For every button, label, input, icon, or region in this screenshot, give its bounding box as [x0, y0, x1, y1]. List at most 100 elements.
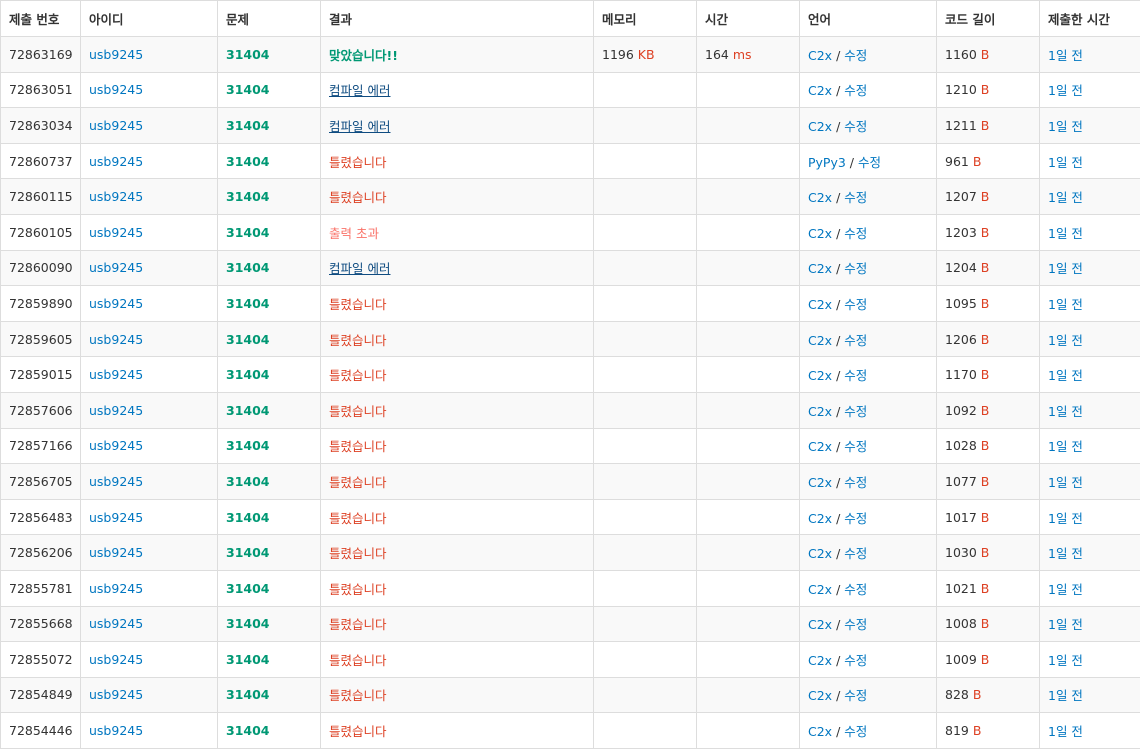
user-link[interactable]: usb9245	[89, 723, 143, 738]
language-link[interactable]: C2x	[808, 439, 832, 454]
edit-link[interactable]: 수정	[844, 653, 867, 668]
language-link[interactable]: C2x	[808, 475, 832, 490]
edit-link[interactable]: 수정	[844, 226, 867, 241]
user-link[interactable]: usb9245	[89, 154, 143, 169]
problem-link[interactable]: 31404	[226, 82, 270, 97]
problem-link[interactable]: 31404	[226, 652, 270, 667]
user-link[interactable]: usb9245	[89, 652, 143, 667]
submitted-time-link[interactable]: 1일 전	[1048, 688, 1083, 703]
edit-link[interactable]: 수정	[844, 404, 867, 419]
edit-link[interactable]: 수정	[844, 475, 867, 490]
language-link[interactable]: C2x	[808, 724, 832, 739]
user-link[interactable]: usb9245	[89, 189, 143, 204]
user-link[interactable]: usb9245	[89, 47, 143, 62]
user-link[interactable]: usb9245	[89, 332, 143, 347]
problem-link[interactable]: 31404	[226, 510, 270, 525]
language-link[interactable]: C2x	[808, 511, 832, 526]
user-link[interactable]: usb9245	[89, 118, 143, 133]
edit-link[interactable]: 수정	[844, 368, 867, 383]
submitted-time-link[interactable]: 1일 전	[1048, 617, 1083, 632]
problem-link[interactable]: 31404	[226, 616, 270, 631]
language-link[interactable]: C2x	[808, 297, 832, 312]
result-text[interactable]: 컴파일 에러	[329, 83, 390, 98]
user-link[interactable]: usb9245	[89, 367, 143, 382]
edit-link[interactable]: 수정	[844, 546, 867, 561]
user-link[interactable]: usb9245	[89, 545, 143, 560]
submitted-time-link[interactable]: 1일 전	[1048, 582, 1083, 597]
problem-link[interactable]: 31404	[226, 332, 270, 347]
result-text[interactable]: 컴파일 에러	[329, 119, 390, 134]
edit-link[interactable]: 수정	[844, 48, 867, 63]
submitted-time-link[interactable]: 1일 전	[1048, 226, 1083, 241]
problem-link[interactable]: 31404	[226, 189, 270, 204]
edit-link[interactable]: 수정	[844, 297, 867, 312]
user-link[interactable]: usb9245	[89, 225, 143, 240]
problem-link[interactable]: 31404	[226, 438, 270, 453]
language-link[interactable]: C2x	[808, 582, 832, 597]
problem-link[interactable]: 31404	[226, 260, 270, 275]
edit-link[interactable]: 수정	[844, 83, 867, 98]
edit-link[interactable]: 수정	[844, 190, 867, 205]
edit-link[interactable]: 수정	[844, 688, 867, 703]
edit-link[interactable]: 수정	[844, 511, 867, 526]
submitted-time-link[interactable]: 1일 전	[1048, 404, 1083, 419]
problem-link[interactable]: 31404	[226, 403, 270, 418]
submitted-time-link[interactable]: 1일 전	[1048, 475, 1083, 490]
edit-link[interactable]: 수정	[844, 261, 867, 276]
user-link[interactable]: usb9245	[89, 403, 143, 418]
problem-link[interactable]: 31404	[226, 581, 270, 596]
user-link[interactable]: usb9245	[89, 581, 143, 596]
language-link[interactable]: C2x	[808, 617, 832, 632]
problem-link[interactable]: 31404	[226, 367, 270, 382]
problem-link[interactable]: 31404	[226, 296, 270, 311]
edit-link[interactable]: 수정	[844, 617, 867, 632]
problem-link[interactable]: 31404	[226, 545, 270, 560]
edit-link[interactable]: 수정	[858, 155, 881, 170]
submitted-time-link[interactable]: 1일 전	[1048, 368, 1083, 383]
problem-link[interactable]: 31404	[226, 118, 270, 133]
submitted-time-link[interactable]: 1일 전	[1048, 119, 1083, 134]
language-link[interactable]: PyPy3	[808, 155, 846, 170]
edit-link[interactable]: 수정	[844, 333, 867, 348]
submitted-time-link[interactable]: 1일 전	[1048, 511, 1083, 526]
problem-link[interactable]: 31404	[226, 225, 270, 240]
language-link[interactable]: C2x	[808, 404, 832, 419]
user-link[interactable]: usb9245	[89, 616, 143, 631]
submitted-time-link[interactable]: 1일 전	[1048, 190, 1083, 205]
language-link[interactable]: C2x	[808, 261, 832, 276]
language-link[interactable]: C2x	[808, 119, 832, 134]
user-link[interactable]: usb9245	[89, 438, 143, 453]
language-link[interactable]: C2x	[808, 368, 832, 383]
submitted-time-link[interactable]: 1일 전	[1048, 48, 1083, 63]
language-link[interactable]: C2x	[808, 333, 832, 348]
language-link[interactable]: C2x	[808, 653, 832, 668]
submitted-time-link[interactable]: 1일 전	[1048, 83, 1083, 98]
submitted-time-link[interactable]: 1일 전	[1048, 439, 1083, 454]
submitted-time-link[interactable]: 1일 전	[1048, 546, 1083, 561]
problem-link[interactable]: 31404	[226, 154, 270, 169]
submitted-time-link[interactable]: 1일 전	[1048, 724, 1083, 739]
problem-link[interactable]: 31404	[226, 687, 270, 702]
edit-link[interactable]: 수정	[844, 119, 867, 134]
problem-link[interactable]: 31404	[226, 474, 270, 489]
edit-link[interactable]: 수정	[844, 439, 867, 454]
edit-link[interactable]: 수정	[844, 582, 867, 597]
user-link[interactable]: usb9245	[89, 260, 143, 275]
result-text[interactable]: 컴파일 에러	[329, 261, 390, 276]
language-link[interactable]: C2x	[808, 83, 832, 98]
user-link[interactable]: usb9245	[89, 296, 143, 311]
submitted-time-link[interactable]: 1일 전	[1048, 333, 1083, 348]
problem-link[interactable]: 31404	[226, 47, 270, 62]
language-link[interactable]: C2x	[808, 546, 832, 561]
user-link[interactable]: usb9245	[89, 82, 143, 97]
submitted-time-link[interactable]: 1일 전	[1048, 653, 1083, 668]
problem-link[interactable]: 31404	[226, 723, 270, 738]
language-link[interactable]: C2x	[808, 226, 832, 241]
language-link[interactable]: C2x	[808, 688, 832, 703]
submitted-time-link[interactable]: 1일 전	[1048, 261, 1083, 276]
user-link[interactable]: usb9245	[89, 510, 143, 525]
user-link[interactable]: usb9245	[89, 687, 143, 702]
submitted-time-link[interactable]: 1일 전	[1048, 297, 1083, 312]
language-link[interactable]: C2x	[808, 190, 832, 205]
edit-link[interactable]: 수정	[844, 724, 867, 739]
